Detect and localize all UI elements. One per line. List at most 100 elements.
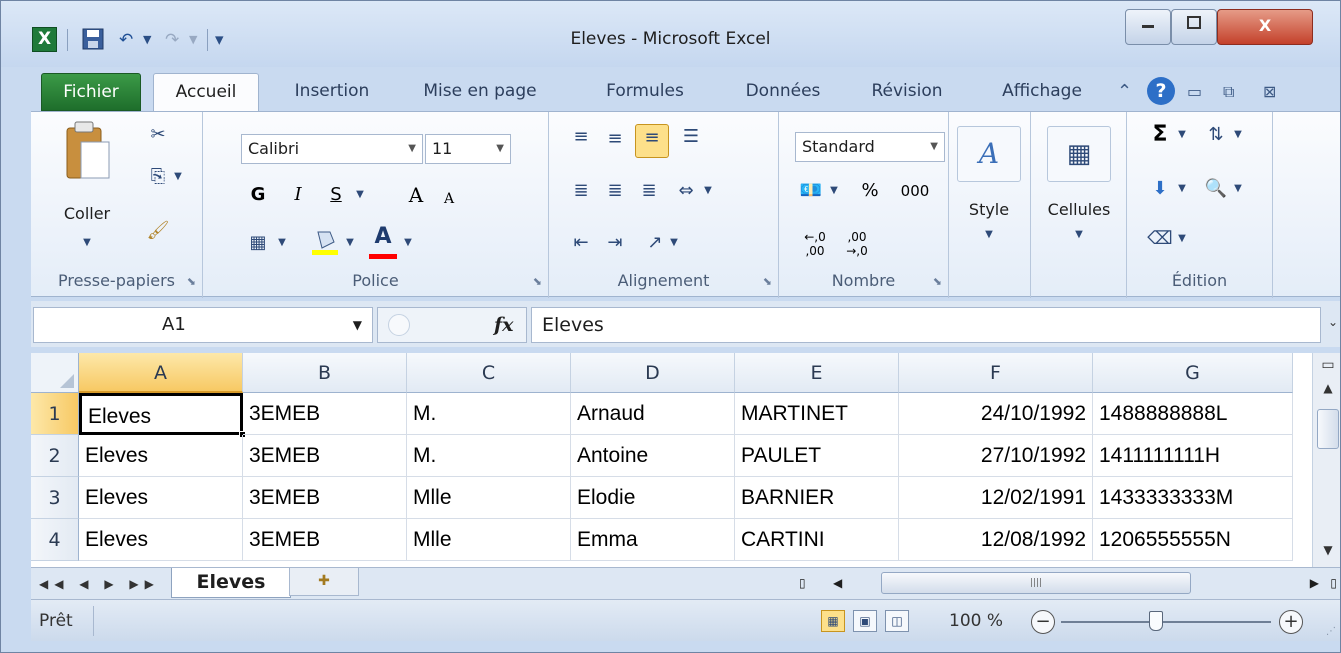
horizontal-scrollbar[interactable]: ▯ ◀ |||| ▶ ▯ <box>799 572 1339 594</box>
clipboard-launcher-icon[interactable]: ⬊ <box>187 275 196 288</box>
font-launcher-icon[interactable]: ⬊ <box>533 275 542 288</box>
tab-revision[interactable]: Révision <box>859 73 955 111</box>
maximize-button[interactable] <box>1171 9 1217 45</box>
number-format-select[interactable]: Standard ▼ <box>795 132 945 162</box>
cell[interactable]: Emma <box>571 519 735 561</box>
resize-grip-icon[interactable]: ⋰ <box>1326 626 1336 637</box>
column-header-e[interactable]: E <box>735 353 899 393</box>
font-color-icon[interactable]: A <box>367 224 399 259</box>
cell[interactable]: CARTINI <box>735 519 899 561</box>
copy-dropdown-icon[interactable]: ▼ <box>171 164 185 190</box>
align-center-icon[interactable]: ≣ <box>601 178 629 204</box>
paste-label[interactable]: Coller <box>57 204 117 223</box>
clear-dropdown-icon[interactable]: ▼ <box>1175 226 1189 252</box>
cell[interactable]: 1488888888L <box>1093 393 1293 435</box>
vertical-scroll-thumb[interactable] <box>1317 409 1339 449</box>
minimize-ribbon-icon[interactable]: ⌃ <box>1117 77 1132 107</box>
cell[interactable]: Mlle <box>407 477 571 519</box>
shrink-font-button[interactable]: A <box>437 186 461 212</box>
style-icon[interactable]: A <box>957 126 1021 182</box>
bold-button[interactable]: G <box>245 182 271 208</box>
split-box-icon[interactable]: ▭ <box>1313 357 1340 373</box>
scroll-right-icon[interactable]: ▶ <box>1310 572 1319 594</box>
expand-formula-icon[interactable]: ⌄ <box>1328 315 1338 329</box>
zoom-slider-track[interactable] <box>1061 621 1271 623</box>
align-middle-icon[interactable]: ≡ <box>601 126 629 152</box>
format-painter-icon[interactable]: 🖌 <box>145 218 171 244</box>
font-color-dropdown-icon[interactable]: ▼ <box>401 230 415 256</box>
cell[interactable]: 3EMEB <box>243 393 407 435</box>
cut-icon[interactable]: ✂ <box>145 122 171 148</box>
cell[interactable]: 1206555555N <box>1093 519 1293 561</box>
scroll-up-icon[interactable]: ▲ <box>1313 381 1340 395</box>
cell[interactable]: 1411111111H <box>1093 435 1293 477</box>
sort-filter-dropdown-icon[interactable]: ▼ <box>1231 122 1245 148</box>
column-header-f[interactable]: F <box>899 353 1093 393</box>
fill-color-icon[interactable] <box>309 228 341 264</box>
align-top-icon[interactable]: ≡ <box>567 124 595 150</box>
find-dropdown-icon[interactable]: ▼ <box>1231 176 1245 202</box>
cell[interactable]: M. <box>407 393 571 435</box>
sheet-tab-eleves[interactable]: Eleves <box>171 568 291 598</box>
cell[interactable]: Mlle <box>407 519 571 561</box>
decrease-indent-icon[interactable]: ⇤ <box>567 230 595 256</box>
style-label[interactable]: Style <box>949 200 1029 219</box>
alignment-launcher-icon[interactable]: ⬊ <box>763 275 772 288</box>
align-right-icon[interactable]: ≣ <box>635 178 663 204</box>
column-header-g[interactable]: G <box>1093 353 1293 393</box>
decrease-decimal-button[interactable]: ,00 →,0 <box>837 230 877 258</box>
cell[interactable]: Elodie <box>571 477 735 519</box>
page-break-view-icon[interactable]: ◫ <box>885 610 909 632</box>
zoom-slider-thumb[interactable] <box>1149 611 1163 631</box>
wrap-text-icon[interactable]: ☰ <box>677 124 705 150</box>
worksheet-grid[interactable]: A B C D E F G 1 Eleves 3EMEB M. Arnaud M… <box>31 353 1340 567</box>
cell[interactable]: Antoine <box>571 435 735 477</box>
name-box-dropdown-icon[interactable]: ▼ <box>353 308 362 342</box>
formula-input[interactable]: Eleves <box>531 307 1321 343</box>
italic-button[interactable]: I <box>285 182 311 208</box>
scroll-down-icon[interactable]: ▼ <box>1313 543 1340 557</box>
cell[interactable]: 24/10/1992 <box>899 393 1093 435</box>
cell[interactable]: 3EMEB <box>243 519 407 561</box>
find-select-icon[interactable]: 🔍 <box>1199 176 1233 202</box>
align-left-icon[interactable]: ≣ <box>567 178 595 204</box>
column-header-a[interactable]: A <box>79 353 243 393</box>
column-header-c[interactable]: C <box>407 353 571 393</box>
close-button[interactable]: X <box>1217 9 1313 45</box>
insert-sheet-icon[interactable]: ✚ <box>289 568 359 596</box>
cell[interactable]: Eleves <box>79 477 243 519</box>
clear-icon[interactable]: ⌫ <box>1147 226 1173 252</box>
cells-icon[interactable]: ▦ <box>1047 126 1111 182</box>
row-header[interactable]: 4 <box>31 519 79 561</box>
cell[interactable]: 3EMEB <box>243 435 407 477</box>
autosum-button[interactable]: Σ <box>1147 122 1173 148</box>
name-box[interactable]: A1 ▼ <box>33 307 373 343</box>
minimize-button[interactable] <box>1125 9 1171 45</box>
accounting-format-icon[interactable]: 💶 <box>795 178 827 204</box>
row-header[interactable]: 2 <box>31 435 79 477</box>
cell[interactable]: M. <box>407 435 571 477</box>
align-bottom-icon[interactable]: ≡ <box>635 124 669 158</box>
cell-a1[interactable]: Eleves <box>79 393 243 435</box>
sort-filter-icon[interactable]: ⇅ <box>1199 122 1233 148</box>
column-header-d[interactable]: D <box>571 353 735 393</box>
increase-indent-icon[interactable]: ⇥ <box>601 230 629 256</box>
cell[interactable]: Eleves <box>79 519 243 561</box>
select-all-corner[interactable] <box>31 353 79 393</box>
horizontal-scroll-thumb[interactable]: |||| <box>881 572 1191 594</box>
tab-affichage[interactable]: Affichage <box>981 73 1103 111</box>
doc-restore-icon[interactable]: ⧉ <box>1223 77 1234 107</box>
font-size-select[interactable]: 11 ▼ <box>425 134 511 164</box>
cell[interactable]: 3EMEB <box>243 477 407 519</box>
vertical-scrollbar[interactable]: ▭ ▲ ▼ <box>1312 353 1340 567</box>
merge-center-icon[interactable]: ⇔ <box>671 178 701 204</box>
doc-minimize-icon[interactable]: ▭ <box>1187 77 1202 107</box>
row-header[interactable]: 1 <box>31 393 79 435</box>
borders-dropdown-icon[interactable]: ▼ <box>275 230 289 256</box>
cell[interactable]: Eleves <box>79 435 243 477</box>
cell[interactable]: 12/08/1992 <box>899 519 1093 561</box>
thousands-button[interactable]: 000 <box>895 178 935 204</box>
cell[interactable]: 1433333333M <box>1093 477 1293 519</box>
doc-close-icon[interactable]: ⊠ <box>1263 77 1276 107</box>
borders-icon[interactable]: ▦ <box>243 230 273 256</box>
